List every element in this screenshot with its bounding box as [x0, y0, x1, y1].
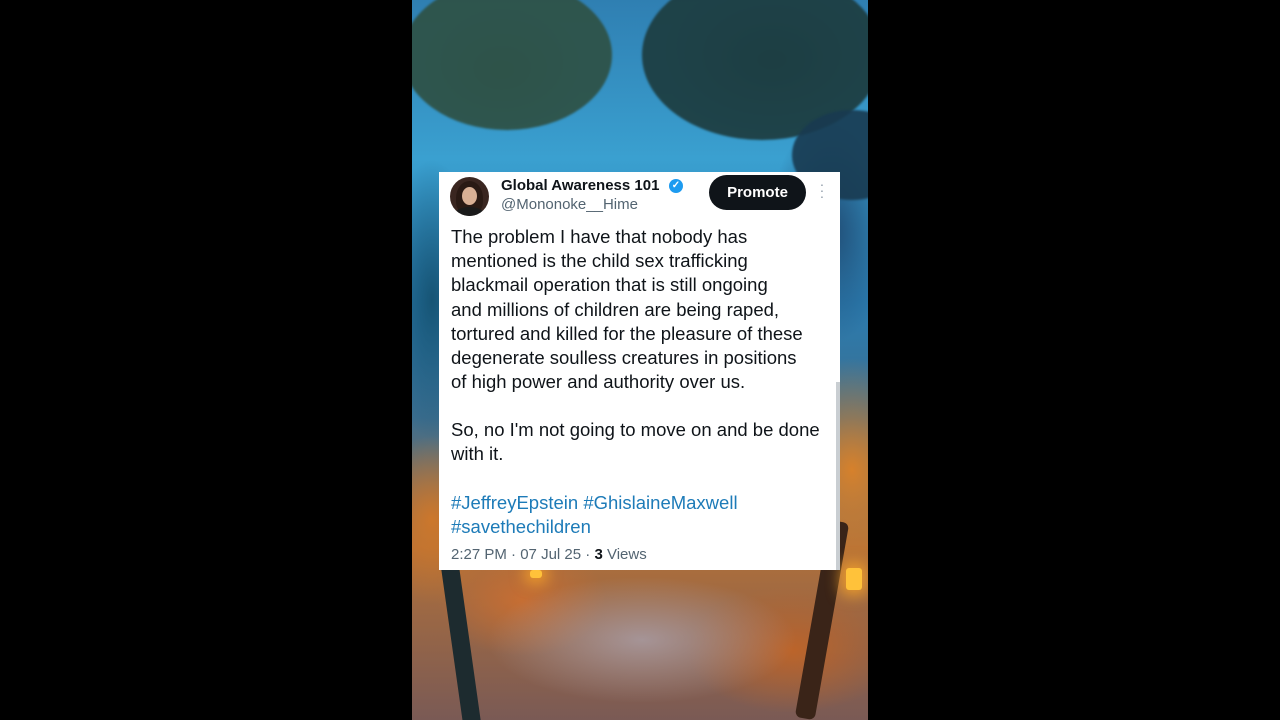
meta-separator: ·: [511, 546, 521, 563]
tweet-text: The problem I have that nobody has menti…: [451, 226, 803, 393]
video-frame: Global Awareness 101 ✓ @Mononoke__Hime P…: [0, 0, 1280, 720]
tree-canopy: [412, 0, 612, 130]
user-handle[interactable]: @Mononoke__Hime: [501, 196, 638, 213]
avatar-shoulder: [454, 207, 485, 216]
avatar[interactable]: [450, 177, 489, 216]
views-count: 3: [594, 546, 603, 563]
avatar-face: [462, 187, 477, 205]
tweet-hashtags[interactable]: #JeffreyEpstein #GhislaineMaxwell #savet…: [451, 491, 835, 539]
lantern-light: [530, 570, 542, 578]
promote-button[interactable]: Promote: [709, 175, 806, 210]
lantern-light: [846, 568, 862, 590]
tweet-card: Global Awareness 101 ✓ @Mononoke__Hime P…: [439, 172, 840, 570]
views-label: Views: [606, 546, 647, 563]
tweet-text-second-paragraph: So, no I'm not going to move on and be d…: [451, 419, 820, 465]
display-name[interactable]: Global Awareness 101: [501, 177, 659, 194]
tweet-date[interactable]: 07 Jul 25: [520, 546, 581, 563]
tree-trunk: [440, 559, 482, 720]
scrollbar[interactable]: [836, 382, 840, 570]
more-options-icon[interactable]: · · ·: [817, 177, 827, 203]
tweet-time[interactable]: 2:27 PM: [451, 546, 507, 563]
verified-badge-icon: ✓: [669, 179, 683, 193]
tweet-meta: 2:27 PM · 07 Jul 25 · 3 Views: [451, 546, 647, 563]
